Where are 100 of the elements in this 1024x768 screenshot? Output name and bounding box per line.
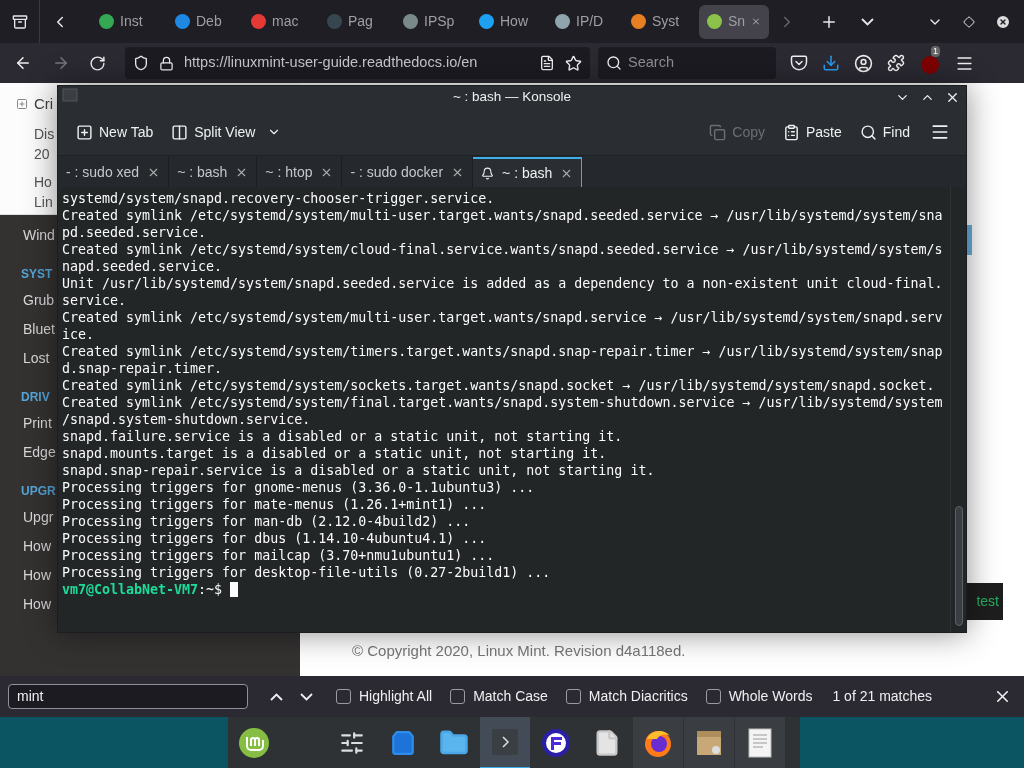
extension-badge: 1 [931,46,940,57]
terminal-tab[interactable]: ~ : bash [473,157,583,187]
browser-tab[interactable]: mac [243,4,313,39]
checkbox-label[interactable]: Match Case [473,686,548,707]
find-field[interactable]: mint [8,684,248,709]
sidebar-link[interactable]: Lost [23,344,50,373]
expand-icon[interactable] [16,98,28,111]
terminal-line: Created symlink /etc/systemd/system/final.target.wants/snapd.system-shutdown.service → /usr/lib/systemd/system [62,394,943,411]
menu-icon[interactable] [930,122,950,142]
terminal-line: Processing triggers for desktop-file-utils (0.27-2build1) ... [62,564,551,581]
sidebar-link[interactable]: Grub [23,286,55,315]
site-icon [99,14,114,29]
toolbar-button[interactable]: Split View [169,116,284,148]
reader-view-icon[interactable] [539,55,555,71]
browser-tab[interactable]: Deb [167,4,237,39]
checkbox[interactable] [565,689,581,704]
browser-tab[interactable]: Inst [91,4,161,39]
terminal-line: snapd.failure.service is a disabled or a static unit, not starting it. [62,428,623,445]
extensions-icon[interactable] [887,54,905,72]
settings-icon [339,730,365,756]
shield-icon[interactable] [133,55,149,71]
terminal-line: Processing triggers for mate-menus (1.26.1+mint1) ... [62,496,487,513]
search-icon [859,123,877,141]
browser-tab[interactable]: Pag [319,4,389,39]
checkbox-label[interactable]: Whole Words [728,686,813,707]
sidebar-heading: UPGR [21,483,56,500]
close-icon[interactable] [945,90,960,105]
copyright-text: © Copyright 2020, Linux Mint. Revision d4a118ed. [352,640,687,661]
sidebar-link[interactable]: How [23,532,51,561]
terminal-line: Processing triggers for man-db (2.12.0-4build2) ... [62,513,471,530]
paste-icon [782,123,800,141]
bookmark-star-icon[interactable] [565,54,582,72]
sidebar-link[interactable]: Print [23,409,52,438]
sidebar-link[interactable]: Wind [23,221,55,250]
toolbar-button[interactable]: Paste [780,116,844,148]
toolbar-button[interactable]: New Tab [74,116,156,148]
text-cursor [230,582,239,597]
pocket-icon[interactable] [790,54,808,72]
sidebar-link[interactable]: Ho Lin [34,171,53,212]
site-icon [707,14,722,29]
sidebar-link[interactable]: Bluet [23,315,55,344]
browser-tab[interactable]: IP/D [547,4,617,39]
tray-icon [11,13,28,30]
terminal-line: /snapd.system-shutdown.service. [62,411,311,428]
checkbox-label[interactable]: Highlight All [359,686,433,707]
new-tab-icon [76,123,93,141]
taskbar-item[interactable] [633,717,683,768]
mint-logo-icon [238,727,270,759]
checkbox[interactable] [336,689,351,704]
browser-tab[interactable]: How [471,4,541,39]
terminal-line: Unit /usr/lib/systemd/system/snapd.seeded.service is added as a dependency to a non-existent unit cloud-final. [62,275,943,292]
terminal-line: Processing triggers for gnome-menus (3.36.0-1.1ubuntu3) ... [62,479,535,496]
site-icon [479,14,494,29]
scrollbar-thumb[interactable] [954,506,963,626]
taskbar-item[interactable] [684,717,734,768]
checkbox[interactable] [450,689,466,704]
sidebar-link[interactable]: Cri [34,93,54,116]
site-icon [555,14,570,29]
browser-tab[interactable]: Syst [623,4,693,39]
reload-icon [88,54,106,72]
package-icon [694,728,724,758]
account-icon[interactable] [854,53,873,73]
sidebar-heading: SYST [21,266,53,283]
checkbox-label[interactable]: Match Diacritics [588,686,688,707]
terminal-line: Created symlink /etc/systemd/system/cloud-final.service.wants/snapd.seeded.service → /usr/lib/systemd/system/s [62,241,943,258]
prompt-path: :~$ [198,581,223,598]
toolbar-button[interactable]: Find [857,116,912,148]
sidebar-link[interactable]: Upgr [23,503,54,532]
sidebar-link[interactable]: Edge [23,438,56,467]
lock-icon [159,55,174,71]
terminal-line: Created symlink /etc/systemd/system/timers.target.wants/snapd.snap-repair.timer → /usr/lib/systemd/system/snap [62,343,943,360]
prompt-user: vm7@CollabNet-VM7 [62,581,199,598]
search-field[interactable]: Search [598,47,776,79]
split-view-icon [171,123,189,141]
taskbar-item[interactable] [735,717,785,768]
site-icon [403,14,418,29]
terminal-line: napd.seeded.service. [62,258,223,275]
terminal-line: service. [62,292,127,309]
bell-icon [481,166,495,180]
sidebar-link[interactable]: How [23,561,51,590]
site-icon [175,14,190,29]
site-icon [251,14,266,29]
sidebar-link[interactable]: How [23,590,51,619]
address-bar[interactable]: https://linuxmint-user-guide.readthedocs.io/en [125,47,590,79]
checkbox[interactable] [705,689,721,704]
terminal-line: Created symlink /etc/systemd/system/sockets.target.wants/snapd.socket → /usr/lib/systemd/system/snapd.socket. [62,377,935,394]
browser-tab[interactable]: Sn [699,4,769,39]
download-icon[interactable] [822,54,840,72]
browser-tab[interactable]: IPSp [395,4,465,39]
chevron-down-icon [299,692,313,701]
terminal-line: Created symlink /etc/systemd/system/multi-user.target.wants/snapd.service → /usr/lib/systemd/system/snapd.serv [62,309,943,326]
f-logo-icon [541,728,571,758]
chevron-up-icon [269,692,283,701]
close-icon [995,13,1011,30]
sidebar-link[interactable]: Dis 20 [34,123,55,164]
terminal-icon [491,728,519,756]
terminal-line: snapd.snap-repair.service is a disabled or a static unit, not starting it. [62,462,655,479]
terminal-line: ice. [62,326,95,343]
window-title: ~ : bash — Konsole [452,88,572,107]
side-marker [967,225,972,255]
